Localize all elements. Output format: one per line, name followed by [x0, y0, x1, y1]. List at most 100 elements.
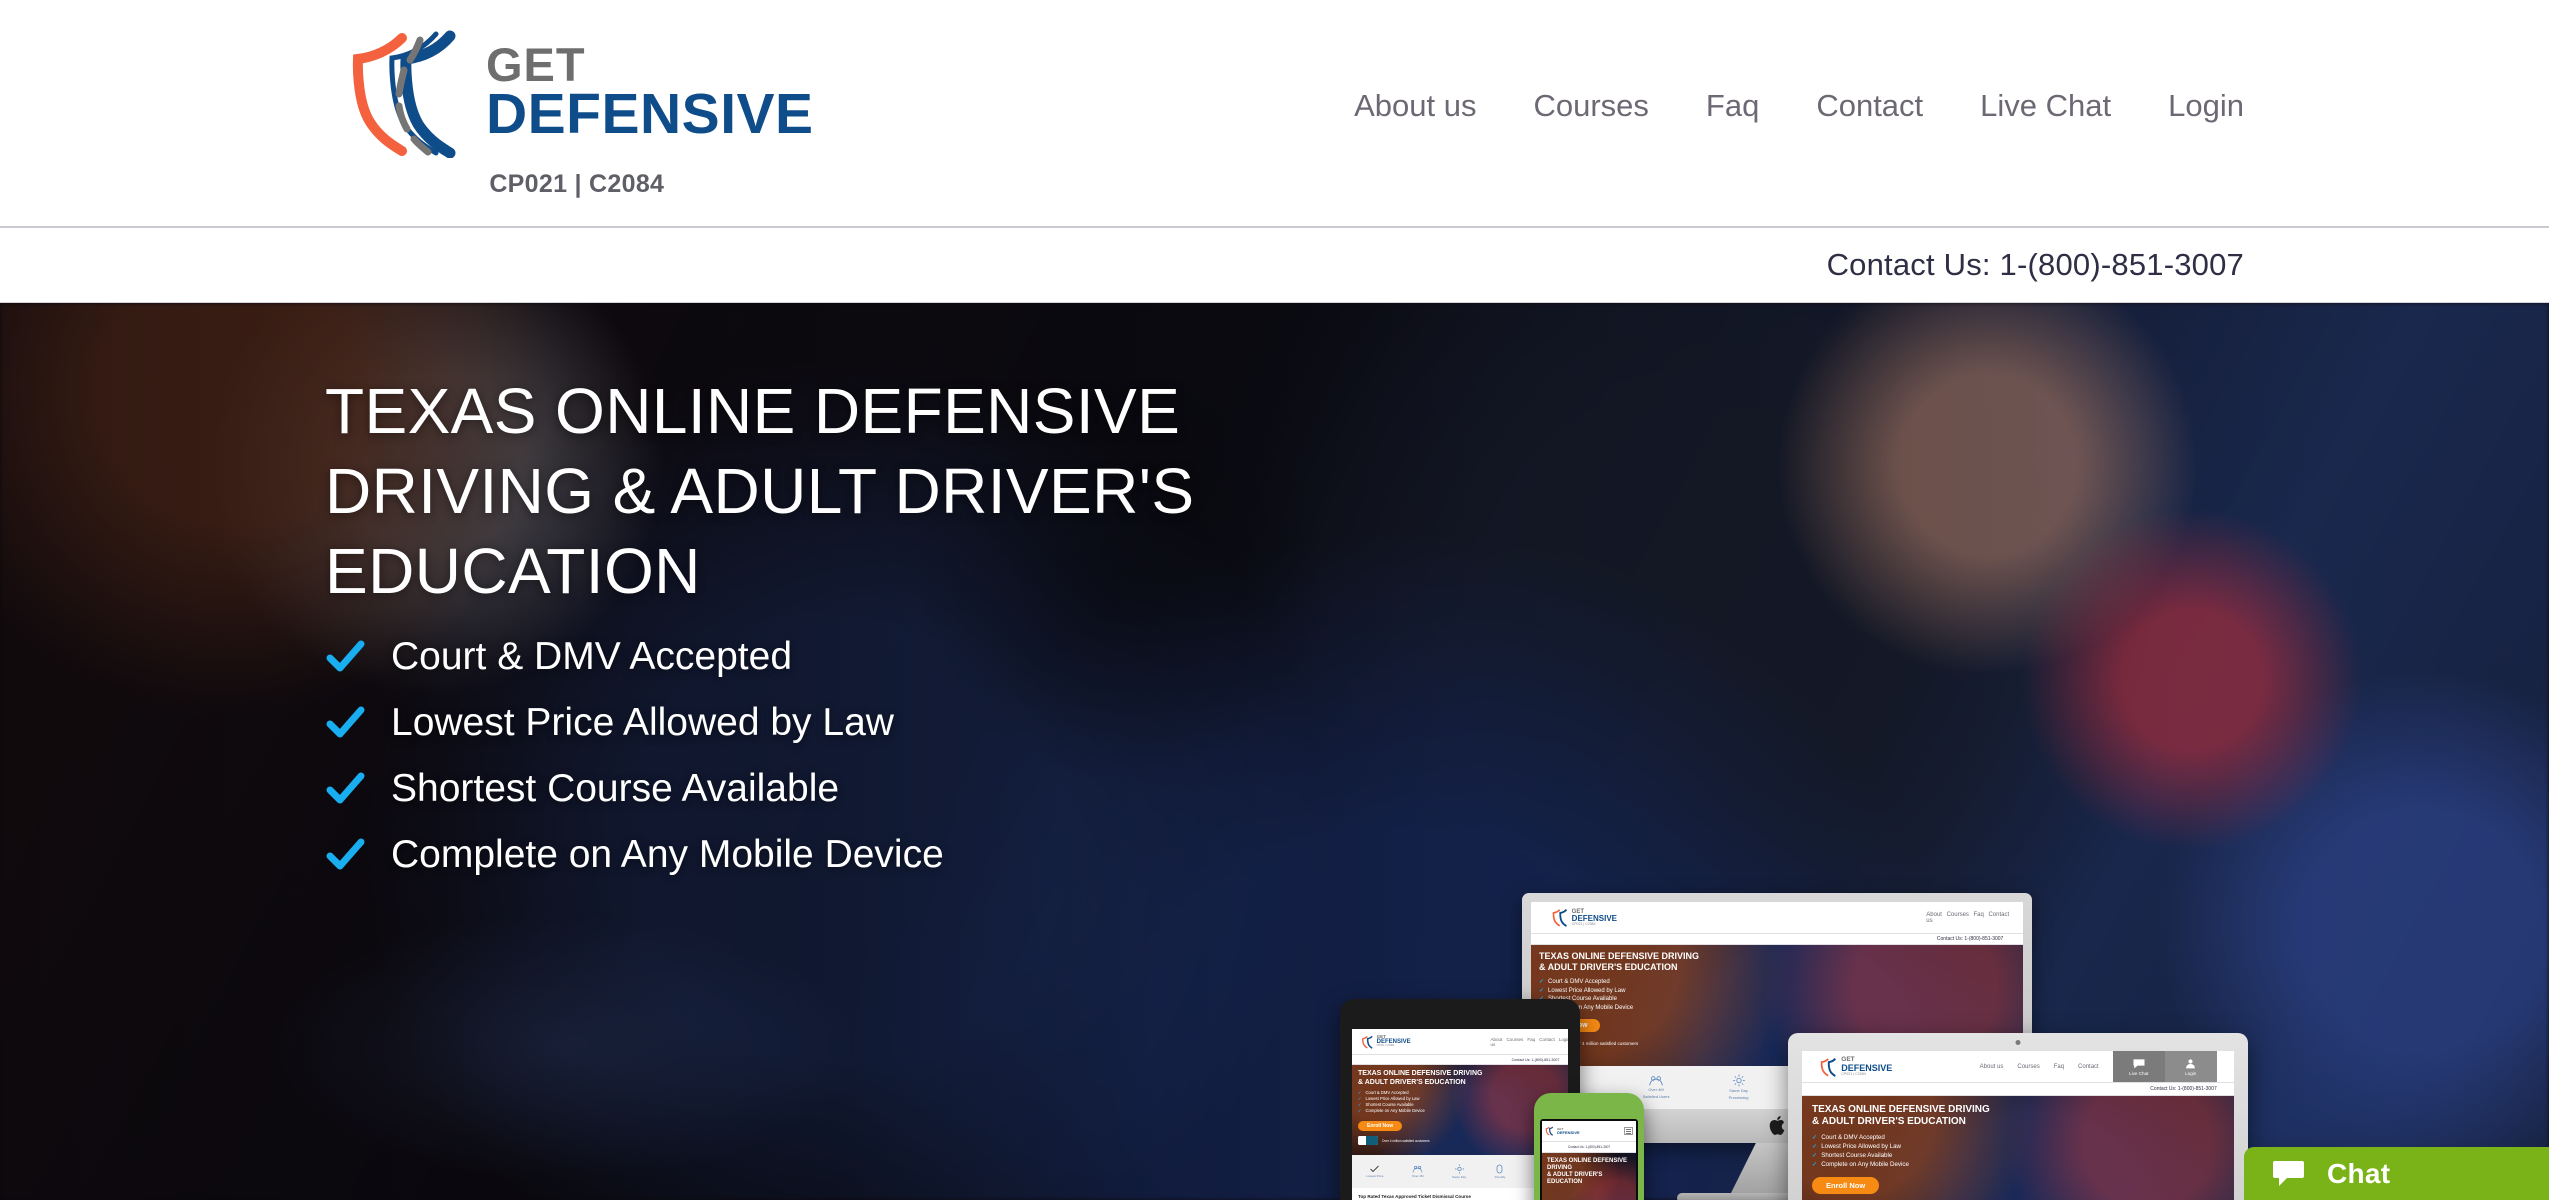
mini-nav: About us Courses Faq Contact [1926, 912, 2009, 924]
check-icon: ✓ [1812, 1133, 1818, 1141]
mini-nav: About us Courses Faq Contact [1980, 1064, 2113, 1070]
shield-road-icon [1545, 1126, 1554, 1137]
mini-contact-bar: Contact Us: 1-(800)-851-3007 [1352, 1054, 1568, 1066]
mini-nav-item[interactable]: Contact [1539, 1037, 1555, 1047]
check-icon [326, 640, 365, 672]
check-icon: ✓ [1539, 979, 1545, 986]
mini-logo: GET DEFENSIVE CP021 | C2084 [1361, 1033, 1411, 1049]
mini-hero-title-1: TEXAS ONLINE DEFENSIVE DRIVING [1358, 1070, 1483, 1078]
nav-live-chat[interactable]: Live Chat [1980, 88, 2111, 124]
mini-feature: Same Day Processing [1729, 1074, 1748, 1100]
logo-wordmark: GET DEFENSIVE [486, 41, 814, 147]
mini-header: GET DEFENSIVE CP021 | C2084 About us Cou… [1802, 1051, 2234, 1083]
iphone-screen: GET DEFENSIVE Contact Us: 1-(800)-851-30… [1542, 1121, 1636, 1200]
hero-section: TEXAS ONLINE DEFENSIVE DRIVING & ADULT D… [0, 303, 2549, 1200]
sun-icon [1454, 1164, 1464, 1174]
mini-benefits: ✓ Court & DMV Accepted ✓ Lowest Price Allo… [1539, 978, 2023, 1013]
mini-hero-title-1: TEXAS ONLINE DEFENSIVE DRIVING [1539, 951, 1700, 962]
mouse-icon [1497, 1164, 1503, 1174]
apple-logo-icon [1769, 1116, 1784, 1135]
benefit-label: Court & DMV Accepted [391, 635, 793, 678]
check-icon: ✓ [1812, 1160, 1818, 1168]
mini-benefit-label: Lowest Price Allowed by Law [1548, 987, 1626, 994]
site-header: GET DEFENSIVE CP021 | C2084 About us Cou… [0, 0, 2549, 228]
hamburger-menu-icon[interactable] [1624, 1127, 1633, 1136]
mini-nav-item[interactable]: Courses [2017, 1064, 2039, 1070]
mini-nav-item[interactable]: About us [1926, 912, 1942, 924]
mini-benefit: ✓Shortest Course Available [1539, 995, 2023, 1004]
benefit-item: Lowest Price Allowed by Law [325, 701, 944, 746]
macbook-camera-icon [2015, 1040, 2021, 1045]
mini-logo-text: GET DEFENSIVE [1557, 1126, 1580, 1135]
sun-icon [1732, 1074, 1745, 1087]
nav-login[interactable]: Login [2168, 88, 2244, 124]
mini-logo-text: GET DEFENSIVE CP021 | C2084 [1572, 909, 1617, 927]
mini-site-macbook: GET DEFENSIVE CP021 | C2084 About us Cou… [1802, 1051, 2234, 1200]
check-icon: ✓ [1539, 987, 1545, 994]
mini-body-heading: Top Rated Texas Approved Ticket Dismissa… [1358, 1193, 1471, 1199]
mini-feature: Over 4M Satisfied Users [1643, 1075, 1670, 1099]
mini-enroll-button[interactable]: Enroll Now [1812, 1176, 1880, 1194]
nav-about-us[interactable]: About us [1354, 88, 1476, 124]
mini-hero-title-2: & ADULT DRIVER'S EDUCATION [1358, 1078, 1466, 1086]
nav-contact[interactable]: Contact [1816, 88, 1923, 124]
mini-nav-item[interactable]: Faq [1974, 912, 1984, 924]
shield-road-icon [1821, 1057, 1837, 1077]
mini-nav-item[interactable]: Login [1559, 1037, 1568, 1047]
mini-logo: GET DEFENSIVE [1545, 1126, 1580, 1137]
benefit-item: Court & DMV Accepted [325, 635, 944, 680]
site-logo[interactable]: GET DEFENSIVE CP021 | C2084 [340, 26, 814, 199]
check-icon [1370, 1165, 1380, 1172]
mini-contact-text: Contact Us: 1-(800)-851-3007 [1936, 936, 2004, 943]
chat-label: Chat [2327, 1157, 2391, 1189]
nav-courses[interactable]: Courses [1533, 88, 1648, 124]
hero-title: TEXAS ONLINE DEFENSIVE DRIVING & ADULT D… [325, 375, 1195, 607]
mini-nav-item[interactable]: Faq [1527, 1037, 1535, 1047]
benefit-label: Complete on Any Mobile Device [391, 832, 944, 876]
hero-benefits-list: Court & DMV Accepted Lowest Price Allowe… [325, 635, 944, 898]
macbook-lid: GET DEFENSIVE CP021 | C2084 About us Cou… [1788, 1033, 2248, 1200]
logo-defensive-text: DEFENSIVE [486, 82, 814, 147]
check-icon [326, 772, 365, 804]
check-icon [326, 706, 365, 738]
mini-hero: TEXAS ONLINE DEFENSIVE DRIVING & ADULT D… [1802, 1096, 2234, 1200]
mini-feature: Same Day [1452, 1164, 1466, 1179]
chat-bubble-icon [2273, 1161, 2304, 1186]
mini-nav-item[interactable]: Contact [2078, 1064, 2099, 1070]
mini-nav-item[interactable]: About us [1980, 1064, 2004, 1070]
mini-hero-title-2: & ADULT DRIVER'S EDUCATION [1812, 1115, 1966, 1127]
mini-benefit: ✓ Court & DMV Accepted [1539, 978, 2023, 987]
contact-phone[interactable]: Contact Us: 1-(800)-851-3007 [1827, 247, 2244, 283]
benefit-item: Complete on Any Mobile Device [325, 833, 944, 878]
mini-logo: GET DEFENSIVE CP021 | C2084 [1551, 908, 1617, 927]
mini-logo-text: GET DEFENSIVE CP021 | C2084 [1376, 1033, 1411, 1048]
iphone-bezel: GET DEFENSIVE Contact Us: 1-(800)-851-30… [1540, 1119, 1638, 1200]
chat-widget[interactable]: Chat [2244, 1147, 2549, 1200]
mini-nav: About us Courses Faq Contact Login [1491, 1037, 1568, 1047]
mini-login-tile[interactable]: Login [2164, 1051, 2217, 1083]
mini-hero-title-2: & ADULT DRIVER'S EDUCATION [1539, 962, 1678, 973]
device-mockup-cluster: GET DEFENSIVE CP021 | C2084 About us Cou… [1340, 883, 2248, 1200]
mini-benefit: ✓ Lowest Price Allowed by Law [1539, 987, 2023, 996]
shield-road-icon [1552, 909, 1567, 927]
mini-live-chat-tile[interactable]: Live Chat [2112, 1051, 2165, 1083]
mini-nav-item[interactable]: About us [1491, 1037, 1503, 1047]
mini-nav-item[interactable]: Courses [1947, 912, 1969, 924]
mini-hero-title-2: & ADULT DRIVER'S EDUCATION [1547, 1171, 1603, 1186]
mini-logo: GET DEFENSIVE CP021 | C2084 [1819, 1057, 1892, 1077]
mini-nav-item[interactable]: Courses [1506, 1037, 1523, 1047]
mini-enroll-button[interactable]: Enroll Now [1358, 1121, 1403, 1132]
nav-faq[interactable]: Faq [1706, 88, 1759, 124]
mini-nav-wrap: About us Courses Faq Contact Live Chat L… [1980, 1051, 2217, 1083]
mini-hero: TEXAS ONLINE DEFENSIVE DRIVING & ADULT D… [1542, 1153, 1636, 1200]
check-icon: ✓ [1812, 1142, 1818, 1150]
license-codes: CP021 | C2084 [489, 170, 665, 198]
mini-benefits: ✓ Court & DMV Accepted ✓ Lowest Price Allo… [1812, 1133, 1909, 1168]
mini-benefit: ✓Complete on Any Mobile Device [1539, 1004, 2023, 1013]
mini-nav-item[interactable]: Faq [2054, 1064, 2064, 1070]
check-icon [326, 838, 365, 870]
mini-contact-bar: Contact Us: 1-(800)-851-3007 [1802, 1082, 2234, 1096]
mini-nav-item[interactable]: Contact [1988, 912, 2009, 924]
mini-feature: Over 4M [1412, 1165, 1424, 1178]
benefit-label: Shortest Course Available [391, 766, 840, 810]
